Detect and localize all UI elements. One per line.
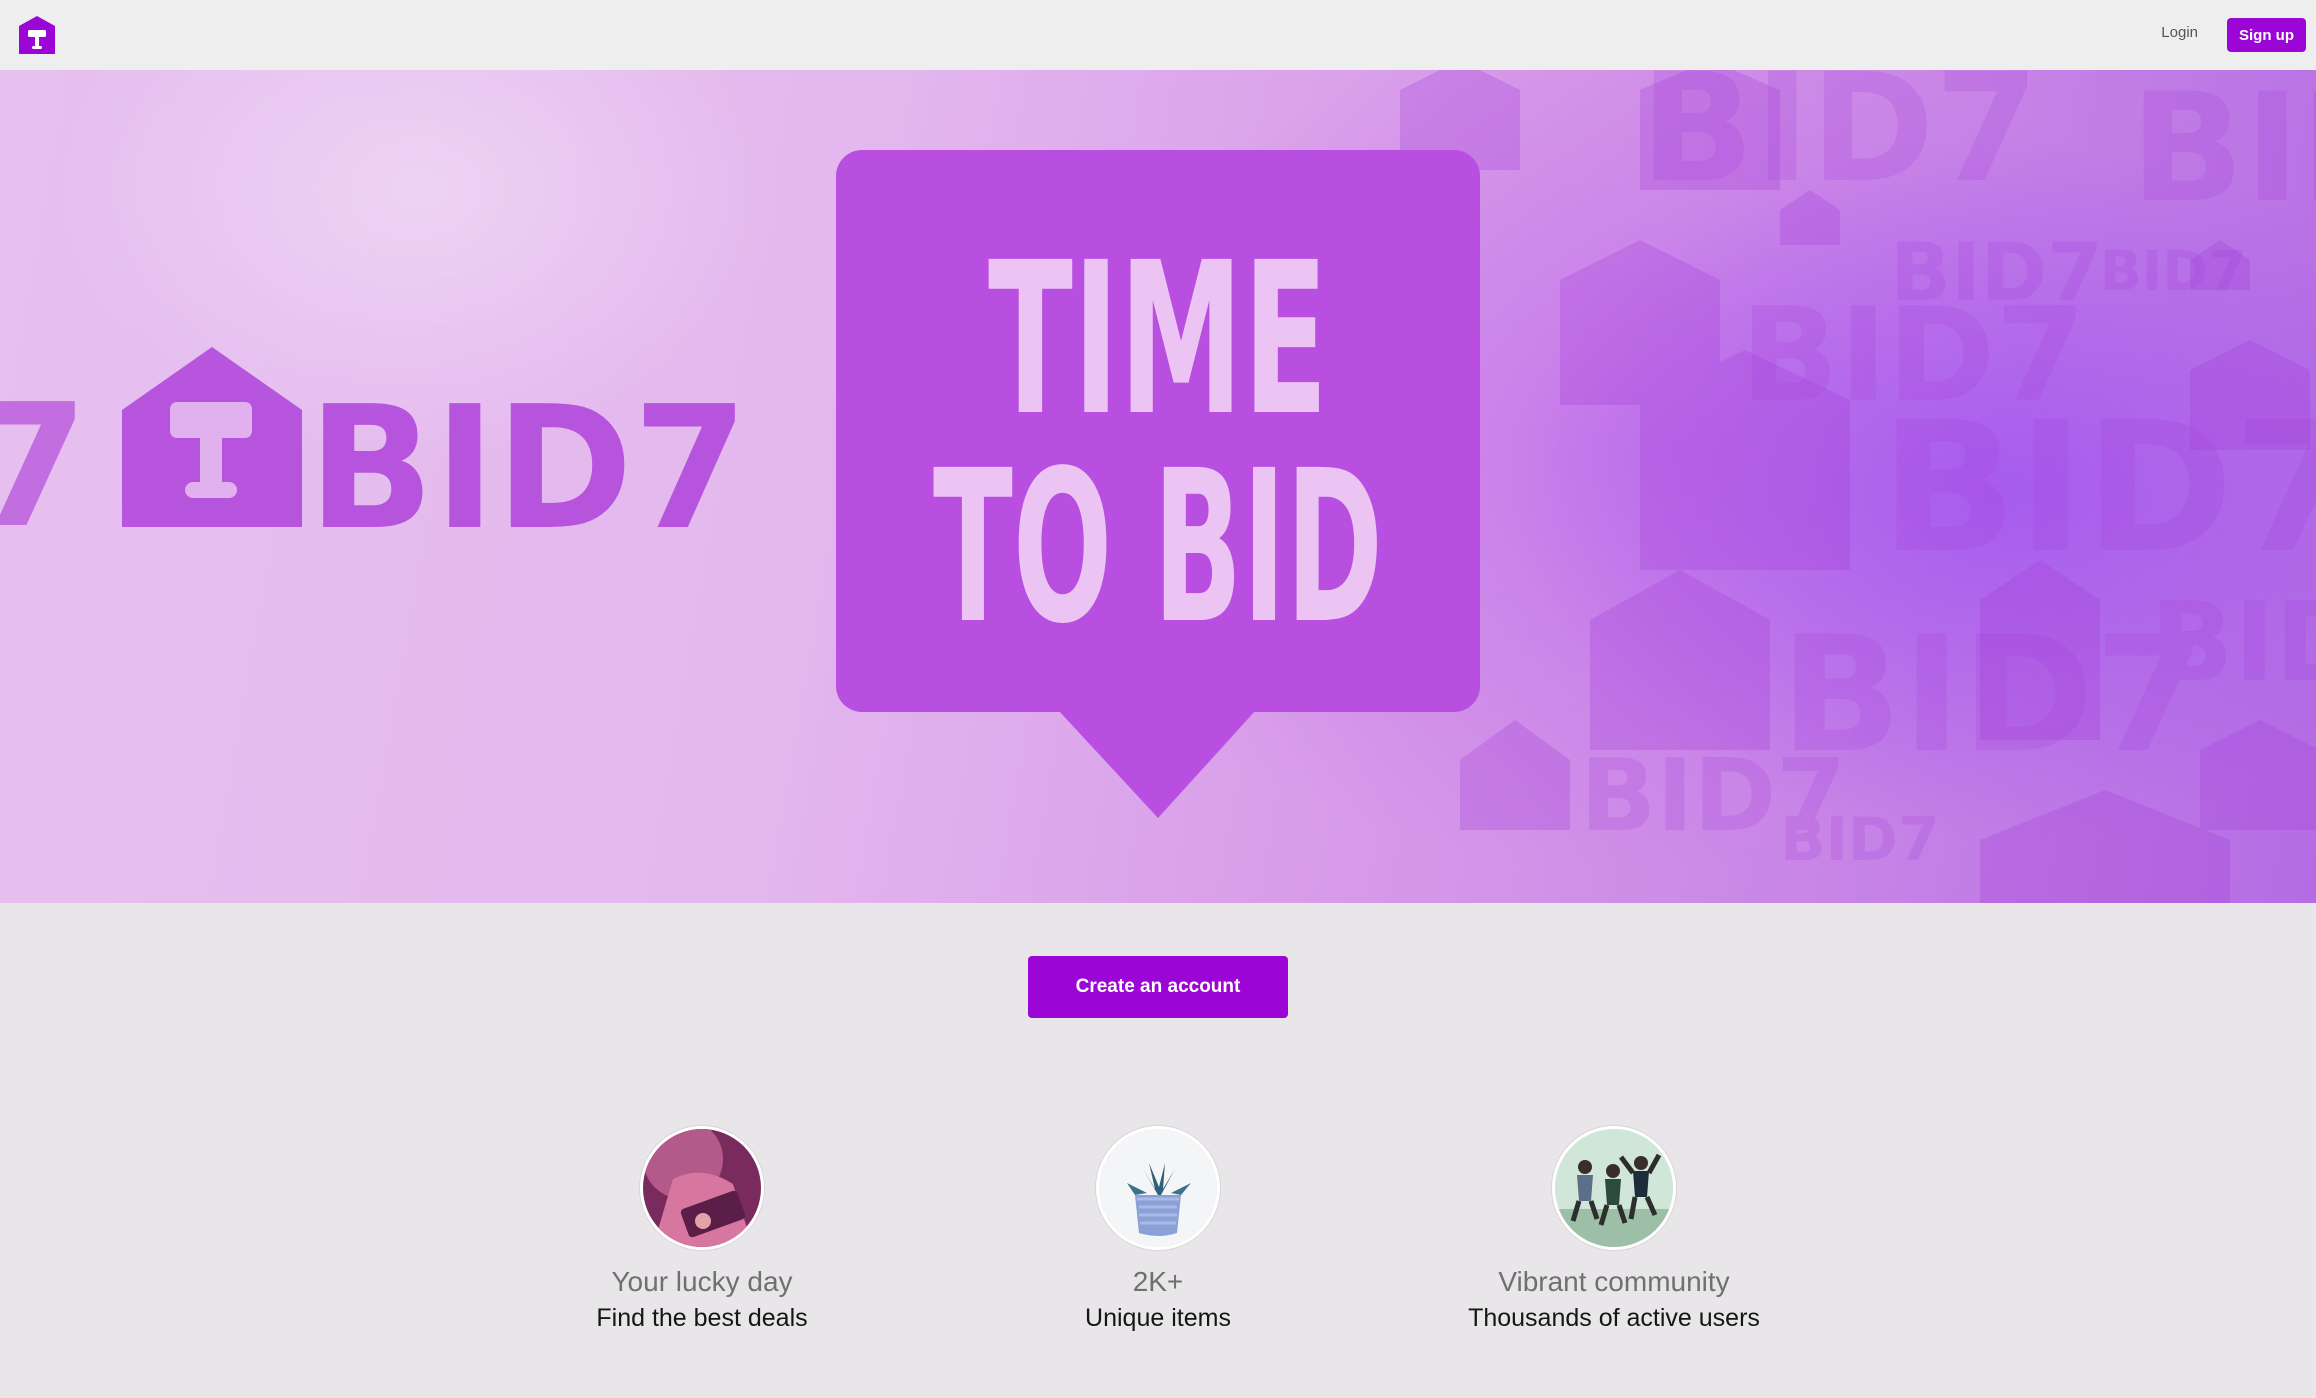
svg-text:BID7: BID7 [2130,70,2316,236]
svg-text:BID7: BID7 [308,370,748,568]
svg-text:BID7: BID7 [1780,805,1940,875]
left-edge-wordmark: 7 [0,368,88,566]
bid7-logo-icon[interactable] [16,14,58,56]
feature-title: 2K+ [1132,1266,1184,1297]
bubble-line-2: TO BID [933,425,1383,670]
succulent-avatar [1096,1126,1220,1250]
svg-text:BID7: BID7 [2150,578,2316,706]
feature-subtitle: Find the best deals [596,1304,808,1332]
feature-community: Vibrant community Thousands of active us… [1404,1126,1824,1333]
hero-banner: BID7 BID7 BID7 BID7 BID7 BID7 BID7 BID7 … [0,70,2316,903]
feature-title: Your lucky day [611,1266,793,1297]
feature-subtitle: Thousands of active users [1468,1304,1760,1332]
login-link[interactable]: Login [2161,24,2198,41]
feature-subtitle: Unique items [1085,1304,1231,1332]
feature-unique-items: 2K+ Unique items [948,1126,1368,1333]
bid7-brand-logo: BID7 [122,347,748,568]
person-laptop-avatar [640,1126,764,1250]
signup-button[interactable]: Sign up [2227,18,2306,52]
top-navbar: Login Sign up [0,0,2316,70]
create-account-button[interactable]: Create an account [1028,956,1288,1018]
svg-text:BID7: BID7 [1880,384,2316,593]
time-to-bid-bubble: TIME TO BID [836,150,1480,818]
group-jumping-avatar [1552,1126,1676,1250]
svg-text:BID7: BID7 [2100,239,2246,303]
svg-text:BID7: BID7 [1640,70,2039,216]
feature-lucky-day: Your lucky day Find the best deals [492,1126,912,1333]
feature-title: Vibrant community [1498,1266,1730,1297]
